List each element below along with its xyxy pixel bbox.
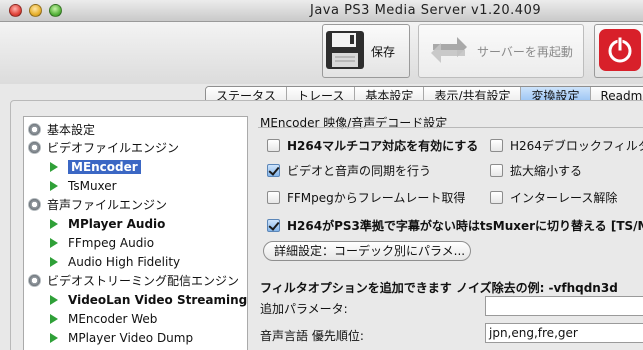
checkbox-box[interactable] — [490, 164, 503, 177]
play-icon — [50, 333, 58, 343]
minimize-window-button[interactable] — [29, 4, 42, 17]
checkbox-box[interactable] — [267, 139, 280, 152]
checkbox-h264-multicore[interactable]: H264マルチコア対応を有効にする — [267, 137, 478, 154]
tree-item-video-file-engines[interactable]: ビデオファイルエンジン — [28, 138, 179, 156]
checkbox-box[interactable] — [490, 139, 503, 152]
checkbox-box[interactable] — [267, 191, 280, 204]
checkbox-box-checked[interactable] — [267, 164, 280, 177]
tree-item-video-streaming-engines[interactable]: ビデオストリーミング配信エンジン — [28, 271, 239, 289]
audio-language-priority-label: 音声言語 優先順位: — [260, 329, 364, 343]
gear-icon — [28, 140, 41, 154]
play-icon — [50, 257, 58, 267]
filter-options-note: フィルタオプションを追加できます ノイズ除去の例: -vfhqdn3d — [260, 281, 618, 295]
play-icon — [50, 314, 58, 324]
checkbox-h264-deblock-filter[interactable]: H264デブロックフィルタ — [490, 137, 643, 154]
gear-icon — [28, 197, 41, 211]
play-icon — [50, 162, 58, 172]
floppy-disk-icon — [323, 28, 367, 75]
save-button-label: 保存 — [371, 44, 396, 59]
section-title: MEncoder 映像/音声デコード設定 — [260, 116, 448, 130]
title-bar: Java PS3 Media Server v1.20.409 — [0, 0, 643, 22]
checkbox-deinterlace[interactable]: インターレース解除 — [490, 189, 617, 206]
codec-specific-params-button[interactable]: 詳細設定：コーデック別にパラメ... — [263, 241, 471, 261]
tree-item-mencoder[interactable]: MEncoder — [50, 158, 141, 176]
tree-item-audio-file-engines[interactable]: 音声ファイルエンジン — [28, 195, 167, 213]
extra-params-label: 追加パラメータ: — [260, 302, 348, 316]
tree-item-general-settings[interactable]: 基本設定 — [28, 120, 95, 138]
zoom-window-button[interactable] — [49, 4, 62, 17]
play-icon — [50, 295, 58, 305]
tree-item-mencoder-web[interactable]: MEncoder Web — [50, 310, 157, 328]
checkbox-switch-to-tsmuxer[interactable]: H264がPS3準拠で字幕がない時はtsMuxerに切り替える [TS/M2T/… — [267, 217, 643, 234]
tree-item-mplayer-video-dump[interactable]: MPlayer Video Dump — [50, 329, 193, 347]
restart-button-label: サーバーを再起動 — [477, 44, 573, 59]
toolbar: 保存 サーバーを再起動 — [0, 22, 643, 84]
tree-item-videolan-video-streaming[interactable]: VideoLan Video Streaming — [50, 291, 247, 309]
tree-item-ffmpeg-audio[interactable]: FFmpeg Audio — [50, 234, 154, 252]
checkbox-box-checked[interactable] — [267, 219, 280, 232]
window-title: Java PS3 Media Server v1.20.409 — [310, 3, 542, 18]
play-icon — [50, 181, 58, 191]
tree-item-mplayer-audio[interactable]: MPlayer Audio — [50, 215, 165, 233]
gear-icon — [28, 122, 41, 136]
checkbox-box[interactable] — [490, 191, 503, 204]
extra-params-input[interactable] — [485, 296, 643, 316]
power-icon — [598, 27, 642, 76]
checkbox-scaling[interactable]: 拡大縮小する — [490, 162, 582, 179]
tree-item-audio-high-fidelity[interactable]: Audio High Fidelity — [50, 253, 180, 271]
play-icon — [50, 219, 58, 229]
gear-icon — [28, 273, 41, 287]
section-divider — [258, 127, 643, 128]
audio-language-priority-input[interactable]: jpn,eng,fre,ger — [485, 323, 643, 343]
restart-server-button[interactable]: サーバーを再起動 — [418, 24, 584, 78]
close-window-button[interactable] — [9, 4, 22, 17]
checkbox-ffmpeg-framerate[interactable]: FFMpegからフレームレート取得 — [267, 189, 465, 206]
save-button[interactable]: 保存 — [322, 24, 410, 78]
engine-tree[interactable]: 基本設定 ビデオファイルエンジン MEncoder TsMuxer 音声ファイル… — [23, 116, 248, 350]
checkbox-av-sync[interactable]: ビデオと音声の同期を行う — [267, 162, 431, 179]
refresh-arrows-icon — [427, 30, 471, 73]
quit-button[interactable] — [594, 24, 643, 78]
play-icon — [50, 238, 58, 248]
tree-item-tsmuxer[interactable]: TsMuxer — [50, 177, 117, 195]
